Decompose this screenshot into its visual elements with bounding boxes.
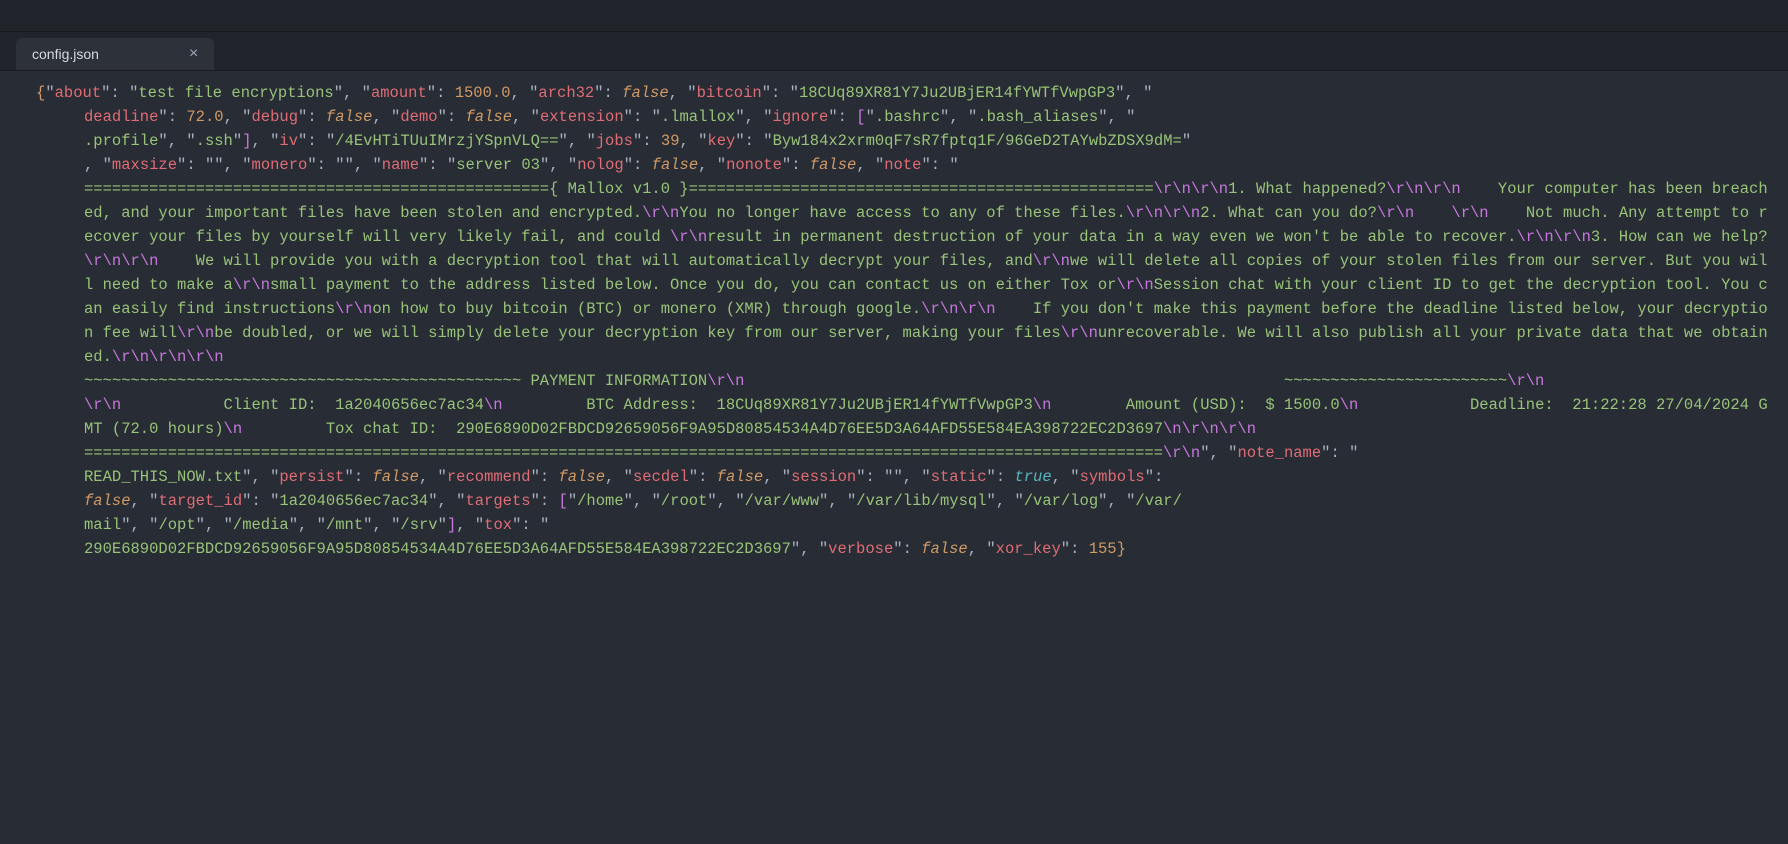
code-editor[interactable]: {"about": "test file encryptions", "amou…	[0, 71, 1788, 601]
code-content: {"about": "test file encryptions", "amou…	[36, 81, 1770, 561]
close-icon[interactable]: ×	[189, 46, 198, 62]
tab-filename: config.json	[32, 46, 99, 62]
window-controls	[0, 0, 1788, 8]
tab-bar: config.json ×	[0, 32, 1788, 71]
tab-config-json[interactable]: config.json ×	[16, 38, 214, 70]
title-bar	[0, 8, 1788, 32]
